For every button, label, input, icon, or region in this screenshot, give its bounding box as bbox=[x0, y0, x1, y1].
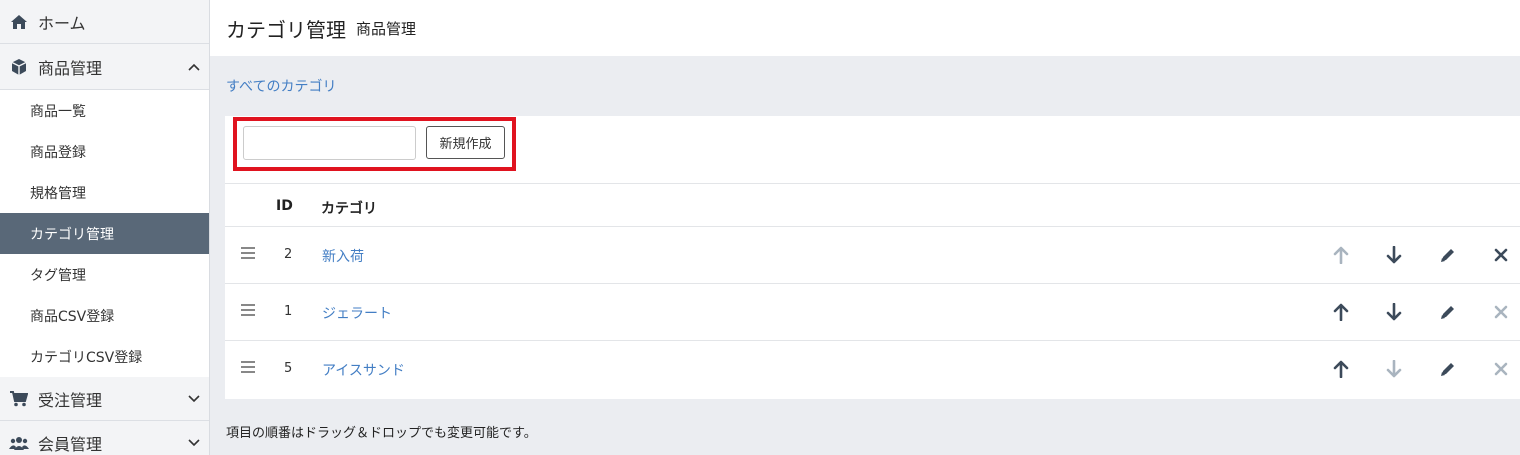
sidebar-item-orders[interactable]: 受注管理 bbox=[0, 377, 209, 421]
column-header-id: ID bbox=[276, 198, 293, 214]
products-submenu: 商品一覧 商品登録 規格管理 カテゴリ管理 タグ管理 商品CSV登録 カテゴリC… bbox=[0, 90, 209, 377]
category-rows: 2 新入荷 1 ジェラート 5 アイスサンド bbox=[225, 227, 1520, 398]
arrow-down-icon bbox=[1383, 358, 1405, 380]
table-header: ID カテゴリ bbox=[225, 184, 1520, 227]
main-content: カテゴリ管理 商品管理 すべてのカテゴリ 新規作成 ID カテゴリ 2 新入荷 … bbox=[210, 0, 1520, 455]
close-icon[interactable] bbox=[1490, 244, 1512, 266]
sidebar-item-spec-management[interactable]: 規格管理 bbox=[0, 172, 209, 213]
table-row: 2 新入荷 bbox=[225, 227, 1520, 284]
column-header-category: カテゴリ bbox=[321, 201, 377, 217]
sidebar-item-label: 受注管理 bbox=[38, 390, 103, 410]
sidebar-item-label: ホーム bbox=[38, 13, 86, 33]
category-card: 新規作成 ID カテゴリ 2 新入荷 1 ジェラート 5 アイスサンド bbox=[225, 116, 1520, 399]
all-categories-link[interactable]: すべてのカテゴリ bbox=[226, 76, 336, 96]
reorder-note: 項目の順番はドラッグ＆ドロップでも変更可能です。 bbox=[226, 426, 537, 441]
category-link[interactable]: アイスサンド bbox=[322, 360, 405, 380]
sidebar-item-label: 会員管理 bbox=[38, 434, 103, 454]
sidebar-item-product-csv[interactable]: 商品CSV登録 bbox=[0, 295, 209, 336]
chevron-up-icon bbox=[179, 63, 209, 71]
create-category-row: 新規作成 bbox=[225, 116, 1520, 184]
sidebar-item-products[interactable]: 商品管理 bbox=[0, 44, 209, 90]
chevron-down-icon bbox=[179, 438, 209, 447]
row-id: 5 bbox=[284, 361, 293, 376]
row-id: 2 bbox=[284, 247, 293, 262]
arrow-up-icon[interactable] bbox=[1330, 301, 1352, 323]
page-header: カテゴリ管理 商品管理 bbox=[210, 0, 1520, 56]
breadcrumb: すべてのカテゴリ bbox=[210, 56, 1520, 116]
page-title: カテゴリ管理 bbox=[226, 17, 346, 42]
pencil-icon[interactable] bbox=[1437, 358, 1459, 380]
drag-handle-icon[interactable] bbox=[241, 361, 255, 373]
home-icon bbox=[8, 14, 30, 30]
sidebar-item-tag-management[interactable]: タグ管理 bbox=[0, 254, 209, 295]
table-row: 5 アイスサンド bbox=[225, 341, 1520, 398]
arrow-down-icon[interactable] bbox=[1383, 244, 1405, 266]
create-button[interactable]: 新規作成 bbox=[426, 126, 505, 159]
cube-icon bbox=[8, 58, 30, 76]
users-icon bbox=[8, 435, 30, 451]
sidebar-item-members[interactable]: 会員管理 bbox=[0, 421, 209, 455]
sidebar-item-category-csv[interactable]: カテゴリCSV登録 bbox=[0, 336, 209, 377]
page-subtitle: 商品管理 bbox=[356, 19, 417, 38]
cart-icon bbox=[8, 390, 30, 407]
sidebar-item-label: 商品管理 bbox=[38, 58, 103, 78]
category-name-input[interactable] bbox=[243, 126, 416, 160]
drag-handle-icon[interactable] bbox=[241, 304, 255, 316]
chevron-down-icon bbox=[179, 394, 209, 403]
sidebar-item-product-register[interactable]: 商品登録 bbox=[0, 131, 209, 172]
table-row: 1 ジェラート bbox=[225, 284, 1520, 341]
pencil-icon[interactable] bbox=[1437, 301, 1459, 323]
sidebar-item-category-management[interactable]: カテゴリ管理 bbox=[0, 213, 209, 254]
sidebar: ホーム 商品管理 商品一覧 商品登録 規格管理 カテゴリ管理 タグ管理 商品CS… bbox=[0, 0, 210, 455]
row-id: 1 bbox=[284, 304, 293, 319]
category-link[interactable]: 新入荷 bbox=[322, 246, 364, 266]
arrow-down-icon[interactable] bbox=[1383, 301, 1405, 323]
sidebar-item-product-list[interactable]: 商品一覧 bbox=[0, 90, 209, 131]
arrow-up-icon[interactable] bbox=[1330, 358, 1352, 380]
arrow-up-icon bbox=[1330, 244, 1352, 266]
sidebar-item-home[interactable]: ホーム bbox=[0, 0, 209, 44]
pencil-icon[interactable] bbox=[1437, 244, 1459, 266]
close-icon bbox=[1490, 301, 1512, 323]
drag-handle-icon[interactable] bbox=[241, 247, 255, 259]
close-icon bbox=[1490, 358, 1512, 380]
category-link[interactable]: ジェラート bbox=[322, 303, 392, 323]
